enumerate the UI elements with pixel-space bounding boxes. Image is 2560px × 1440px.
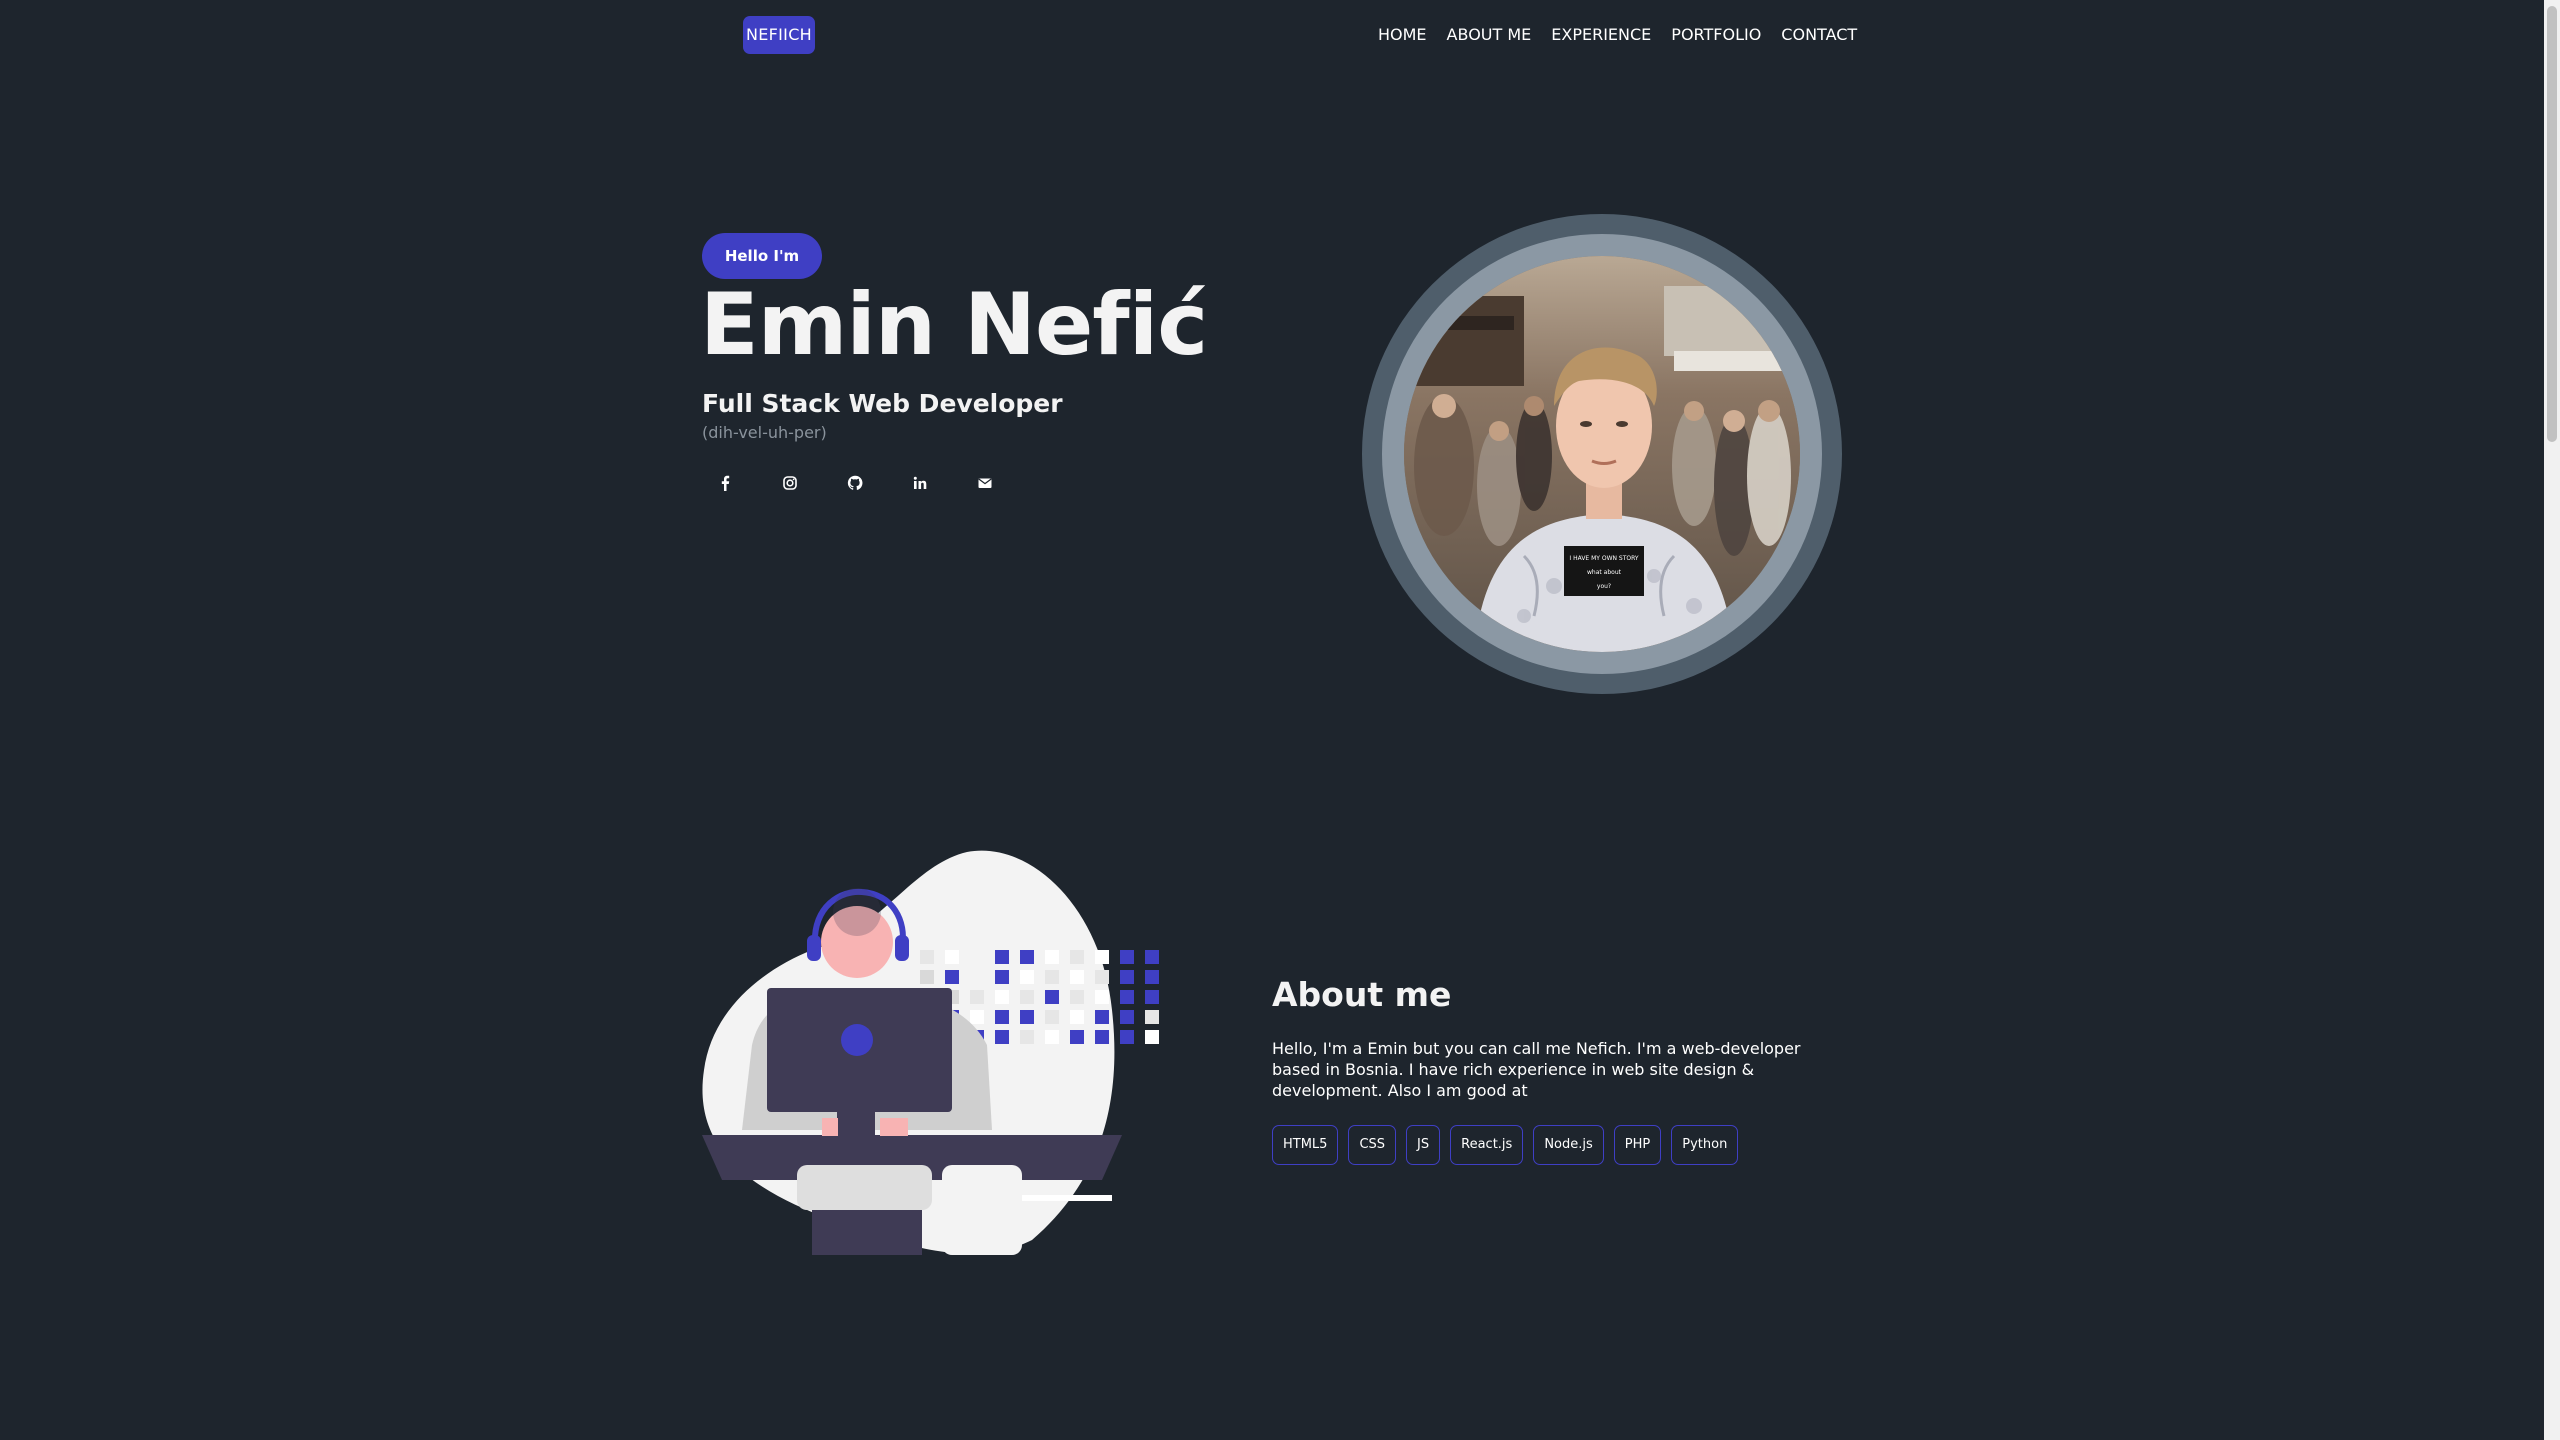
facebook-icon[interactable] xyxy=(714,472,736,494)
pixel-square xyxy=(1070,950,1084,964)
pixel-square xyxy=(995,970,1009,984)
pixel-square xyxy=(1045,970,1059,984)
pixel-square xyxy=(1145,1010,1159,1024)
pixel-square xyxy=(1020,1010,1034,1024)
pixel-square xyxy=(1145,970,1159,984)
scrollbar-thumb[interactable] xyxy=(2547,6,2557,442)
pixel-square xyxy=(1045,1010,1059,1024)
pixel-square xyxy=(1095,990,1109,1004)
pixel-square xyxy=(920,950,934,964)
nav-portfolio[interactable]: PORTFOLIO xyxy=(1671,24,1761,46)
pixel-square xyxy=(920,970,934,984)
skill-tag: React.js xyxy=(1450,1125,1524,1165)
skill-tag: HTML5 xyxy=(1272,1125,1339,1165)
pixel-square xyxy=(1120,1010,1134,1024)
about-title: About me xyxy=(1272,975,1452,1014)
developer-illustration xyxy=(702,850,1164,1255)
pixel-square xyxy=(1070,990,1084,1004)
email-icon[interactable] xyxy=(974,472,996,494)
hero-role: Full Stack Web Developer xyxy=(702,389,1063,418)
pixel-square xyxy=(1095,950,1109,964)
pixel-square xyxy=(1070,1030,1084,1044)
nav-contact[interactable]: CONTACT xyxy=(1781,24,1857,46)
pixel-square xyxy=(1045,1030,1059,1044)
pixel-square xyxy=(1020,990,1034,1004)
pixel-square xyxy=(1045,950,1059,964)
pixel-square xyxy=(1020,950,1034,964)
scrollbar-track[interactable] xyxy=(2544,0,2560,1440)
shirt-text-line-3: you? xyxy=(1597,583,1611,590)
pixel-square xyxy=(1095,1030,1109,1044)
pixel-square xyxy=(995,1010,1009,1024)
nav-experience[interactable]: EXPERIENCE xyxy=(1551,24,1651,46)
pixel-square xyxy=(970,990,984,1004)
profile-photo: I HAVE MY OWN STORY what about you? xyxy=(1404,256,1800,652)
instagram-icon[interactable] xyxy=(779,472,801,494)
pixel-square xyxy=(945,970,959,984)
skill-tag: Python xyxy=(1671,1125,1739,1165)
pixel-square xyxy=(1120,1030,1134,1044)
pixel-square xyxy=(1120,950,1134,964)
pixel-square xyxy=(1145,950,1159,964)
pixel-square xyxy=(1120,990,1134,1004)
shirt-text-line-2: what about xyxy=(1587,569,1622,576)
github-icon[interactable] xyxy=(844,472,866,494)
social-links xyxy=(714,472,1039,494)
pixel-square xyxy=(1145,990,1159,1004)
skill-tag: Node.js xyxy=(1533,1125,1604,1165)
pixel-square xyxy=(1145,1030,1159,1044)
pixel-square xyxy=(995,990,1009,1004)
pixel-square xyxy=(970,1010,984,1024)
pixel-square xyxy=(1095,1010,1109,1024)
skill-tag: CSS xyxy=(1348,1125,1397,1165)
skills-list: HTML5 CSS JS React.js Node.js PHP Python xyxy=(1272,1125,1739,1165)
about-text: Hello, I'm a Emin but you can call me Ne… xyxy=(1272,1039,1801,1100)
pixel-square xyxy=(1070,970,1084,984)
hero-phonetic: (dih-vel-uh-per) xyxy=(702,423,827,442)
shirt-text-line-1: I HAVE MY OWN STORY xyxy=(1569,555,1638,562)
pixel-square xyxy=(1020,970,1034,984)
pixel-square xyxy=(1120,970,1134,984)
pixel-square xyxy=(1070,1010,1084,1024)
linkedin-icon[interactable] xyxy=(909,472,931,494)
nav-about[interactable]: ABOUT ME xyxy=(1447,24,1532,46)
logo-button[interactable]: NEFIICH xyxy=(743,16,815,54)
skill-tag: PHP xyxy=(1613,1125,1662,1165)
pixel-square xyxy=(995,950,1009,964)
pixel-square xyxy=(1095,970,1109,984)
pixel-square xyxy=(945,950,959,964)
main-nav: HOME ABOUT ME EXPERIENCE PORTFOLIO CONTA… xyxy=(1378,24,1857,46)
skill-tag: JS xyxy=(1406,1125,1441,1165)
hero-name: Emin Nefić xyxy=(700,275,1208,375)
page: NEFIICH HOME ABOUT ME EXPERIENCE PORTFOL… xyxy=(0,0,2560,1440)
pixel-square xyxy=(1020,1030,1034,1044)
nav-home[interactable]: HOME xyxy=(1378,24,1427,46)
hello-badge: Hello I'm xyxy=(702,233,822,279)
pixel-square xyxy=(995,1030,1009,1044)
pixel-square xyxy=(1045,990,1059,1004)
